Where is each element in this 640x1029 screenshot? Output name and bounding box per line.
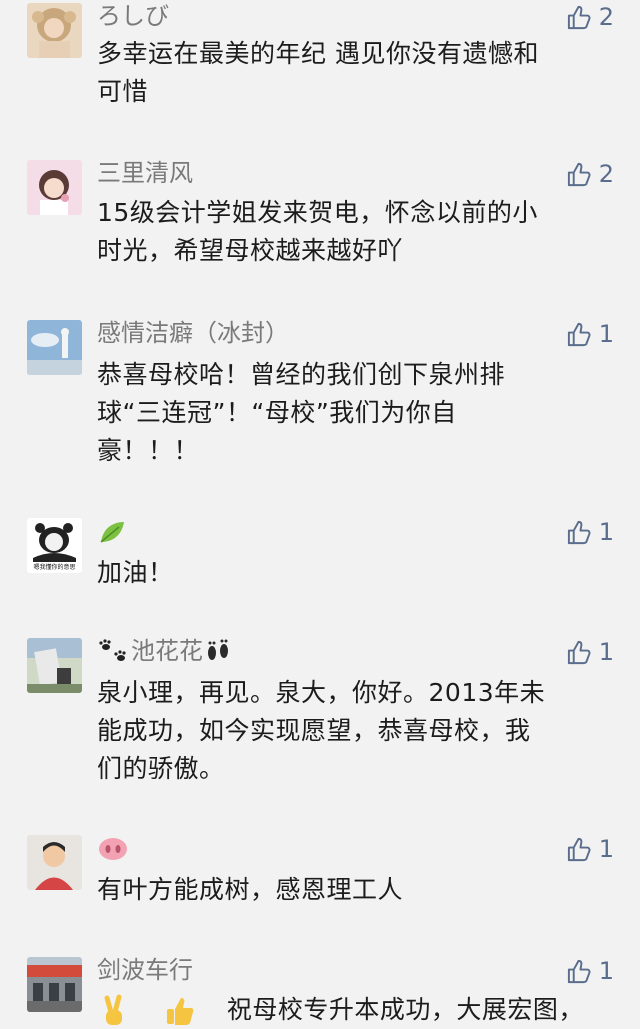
comment-text: 15级会计学姐发来贺电，怀念以前的小 时光，希望母校越来越好吖: [97, 194, 607, 270]
thumbs-up-icon: [166, 998, 194, 1025]
avatar-sky-icon: [27, 320, 82, 375]
thumbs-up-icon: [567, 837, 591, 861]
like-count: 1: [598, 957, 614, 985]
thumbs-up-icon: [567, 520, 591, 544]
comment-text-line: 能成功，如今实现愿望，恭喜母校，我: [97, 716, 531, 745]
avatar[interactable]: [27, 320, 82, 375]
comment-text-line: 多幸运在最美的年纪 遇见你没有遗憾和: [97, 39, 539, 68]
avatar-man-icon: [27, 835, 82, 890]
like-button[interactable]: 1: [566, 317, 614, 351]
comment-text: 有叶方能成树，感恩理工人: [97, 871, 607, 909]
like-button[interactable]: 1: [566, 832, 614, 866]
thumbs-up-icon: [567, 322, 591, 346]
comment-text-line: 恭喜母校哈！曾经的我们创下泉州排: [97, 360, 506, 389]
comment-text: 泉小理，再见。泉大，你好。2013年未 能成功，如今实现愿望，恭喜母校，我 们的…: [97, 674, 607, 788]
comment-text: 多幸运在最美的年纪 遇见你没有遗憾和 可惜: [97, 35, 607, 111]
comment-text: 恭喜母校哈！曾经的我们创下泉州排 球“三连冠”！“母校”我们为你自 豪！！！: [97, 356, 607, 470]
victory-hand-icon: [104, 994, 122, 1025]
avatar[interactable]: [27, 957, 82, 1012]
avatar[interactable]: [27, 3, 82, 58]
comment-text-line: 加油！: [97, 558, 174, 587]
avatar-shop-icon: [27, 957, 82, 1012]
thumbs-up-icon: [567, 640, 591, 664]
like-button[interactable]: 1: [566, 954, 614, 988]
comment-text-line: 豪！！！: [97, 436, 200, 465]
comment-text-line: 球“三连冠”！“母校”我们为你自: [97, 398, 457, 427]
avatar[interactable]: [27, 835, 82, 890]
thumbs-up-icon: [567, 162, 591, 186]
comment-author[interactable]: [97, 831, 129, 865]
avatar-statue-icon: [27, 638, 82, 693]
comment-text-line: 们的骄傲。: [97, 754, 225, 783]
like-count: 1: [598, 518, 614, 546]
comment-author[interactable]: [97, 514, 127, 548]
comment-text-line: 有叶方能成树，感恩理工人: [97, 875, 404, 904]
comment-text-line: 15级会计学姐发来贺电，怀念以前的小: [97, 198, 538, 227]
pig-nose-icon: [99, 838, 127, 860]
comment-text-line: 泉小理，再见。泉大，你好。2013年未: [97, 678, 546, 707]
paw-prints-icon: [99, 639, 126, 661]
avatar[interactable]: 嗯我懂你的意思: [27, 518, 82, 573]
like-count: 1: [598, 835, 614, 863]
thumbs-up-icon: [567, 5, 591, 29]
comment-text-content: 祝母校专升本成功，大展宏图，: [226, 995, 584, 1024]
like-count: 2: [598, 3, 614, 31]
like-button[interactable]: 1: [566, 515, 614, 549]
comment-author[interactable]: 池花花: [97, 634, 233, 668]
thumbs-up-icon: [567, 959, 591, 983]
avatar-caption: 嗯我懂你的意思: [33, 564, 76, 571]
footprints-icon: [208, 639, 228, 660]
like-button[interactable]: 2: [566, 157, 614, 191]
like-count: 2: [598, 160, 614, 188]
comment-author-name: 池花花: [131, 637, 203, 665]
comment-text-line: 可惜: [97, 77, 149, 106]
comment-author[interactable]: 剑波车行: [97, 953, 193, 987]
avatar[interactable]: [27, 638, 82, 693]
avatar-girl-icon: [27, 160, 82, 215]
comment-text-line: 祝母校专升本成功，大展宏图，: [97, 991, 607, 1029]
like-button[interactable]: 1: [566, 635, 614, 669]
comment-text: 祝母校专升本成功，大展宏图，: [97, 991, 607, 1029]
comment-text: 加油！: [97, 554, 607, 592]
like-button[interactable]: 2: [566, 0, 614, 34]
avatar[interactable]: [27, 160, 82, 215]
like-count: 1: [598, 320, 614, 348]
leaf-icon: [100, 522, 124, 543]
like-count: 1: [598, 638, 614, 666]
comment-author[interactable]: 三里清风: [97, 156, 193, 190]
comment-text-line: 时光，希望母校越来越好吖: [97, 236, 404, 265]
comment-author[interactable]: ろしび: [97, 0, 169, 33]
comment-author[interactable]: 感情洁癖（冰封）: [97, 316, 289, 350]
avatar-portrait-icon: [27, 3, 82, 58]
